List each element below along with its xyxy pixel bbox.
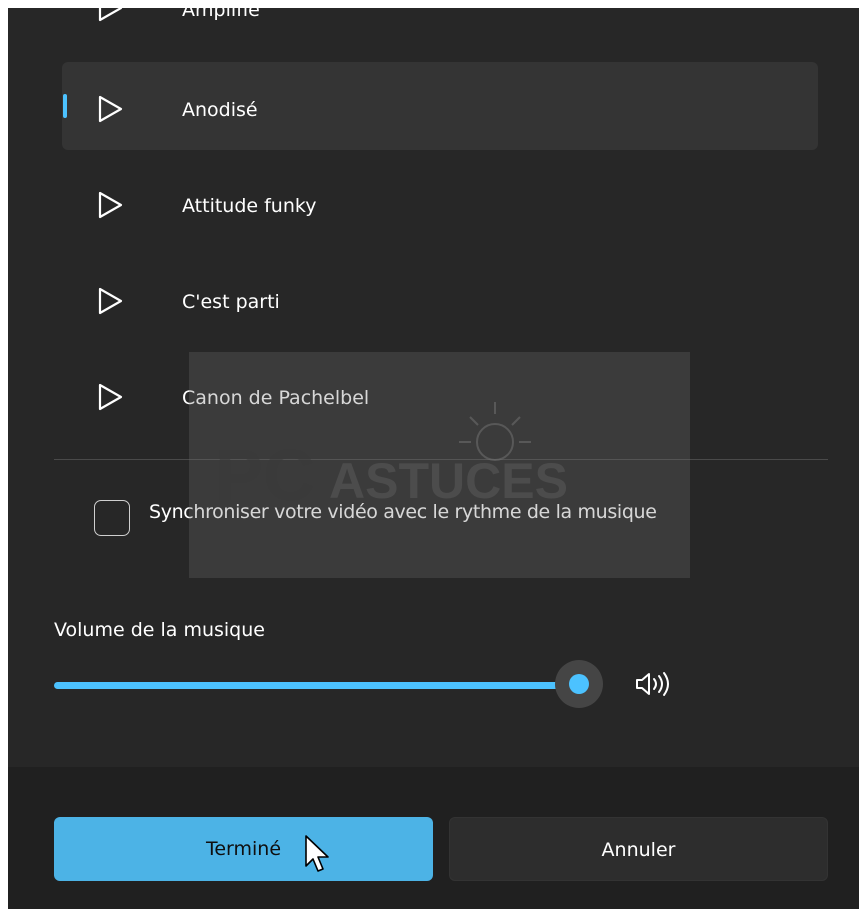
cancel-button[interactable]: Annuler xyxy=(449,817,828,881)
track-item[interactable] xyxy=(62,158,818,246)
volume-slider-thumb[interactable] xyxy=(555,660,603,708)
play-icon[interactable] xyxy=(94,285,126,317)
play-icon[interactable] xyxy=(94,189,126,221)
svg-text:ASTUCES: ASTUCES xyxy=(329,453,568,509)
watermark-logo: PC ASTUCES xyxy=(215,402,568,516)
selection-indicator xyxy=(63,94,67,118)
track-item[interactable] xyxy=(62,8,818,50)
track-label: Amplifié xyxy=(182,8,260,21)
sync-checkbox[interactable] xyxy=(94,500,130,536)
speaker-icon[interactable] xyxy=(634,670,682,698)
music-dialog: Amplifié Anodisé Attitude funky C'est pa… xyxy=(8,8,859,909)
svg-text:PC: PC xyxy=(215,436,315,516)
track-item-selected[interactable] xyxy=(62,62,818,150)
watermark: PC ASTUCES xyxy=(189,352,690,578)
track-label: Anodisé xyxy=(182,99,258,121)
done-button[interactable]: Terminé xyxy=(54,817,433,881)
play-icon[interactable] xyxy=(94,93,126,125)
volume-slider-thumb-center xyxy=(569,674,589,694)
mouse-cursor-icon xyxy=(305,835,329,872)
track-label: C'est parti xyxy=(182,291,280,313)
play-icon[interactable] xyxy=(94,381,126,413)
play-icon[interactable] xyxy=(94,8,126,24)
volume-slider-track[interactable] xyxy=(54,682,580,689)
volume-label: Volume de la musique xyxy=(54,619,265,641)
track-label: Attitude funky xyxy=(182,195,317,217)
track-item[interactable] xyxy=(62,254,818,342)
